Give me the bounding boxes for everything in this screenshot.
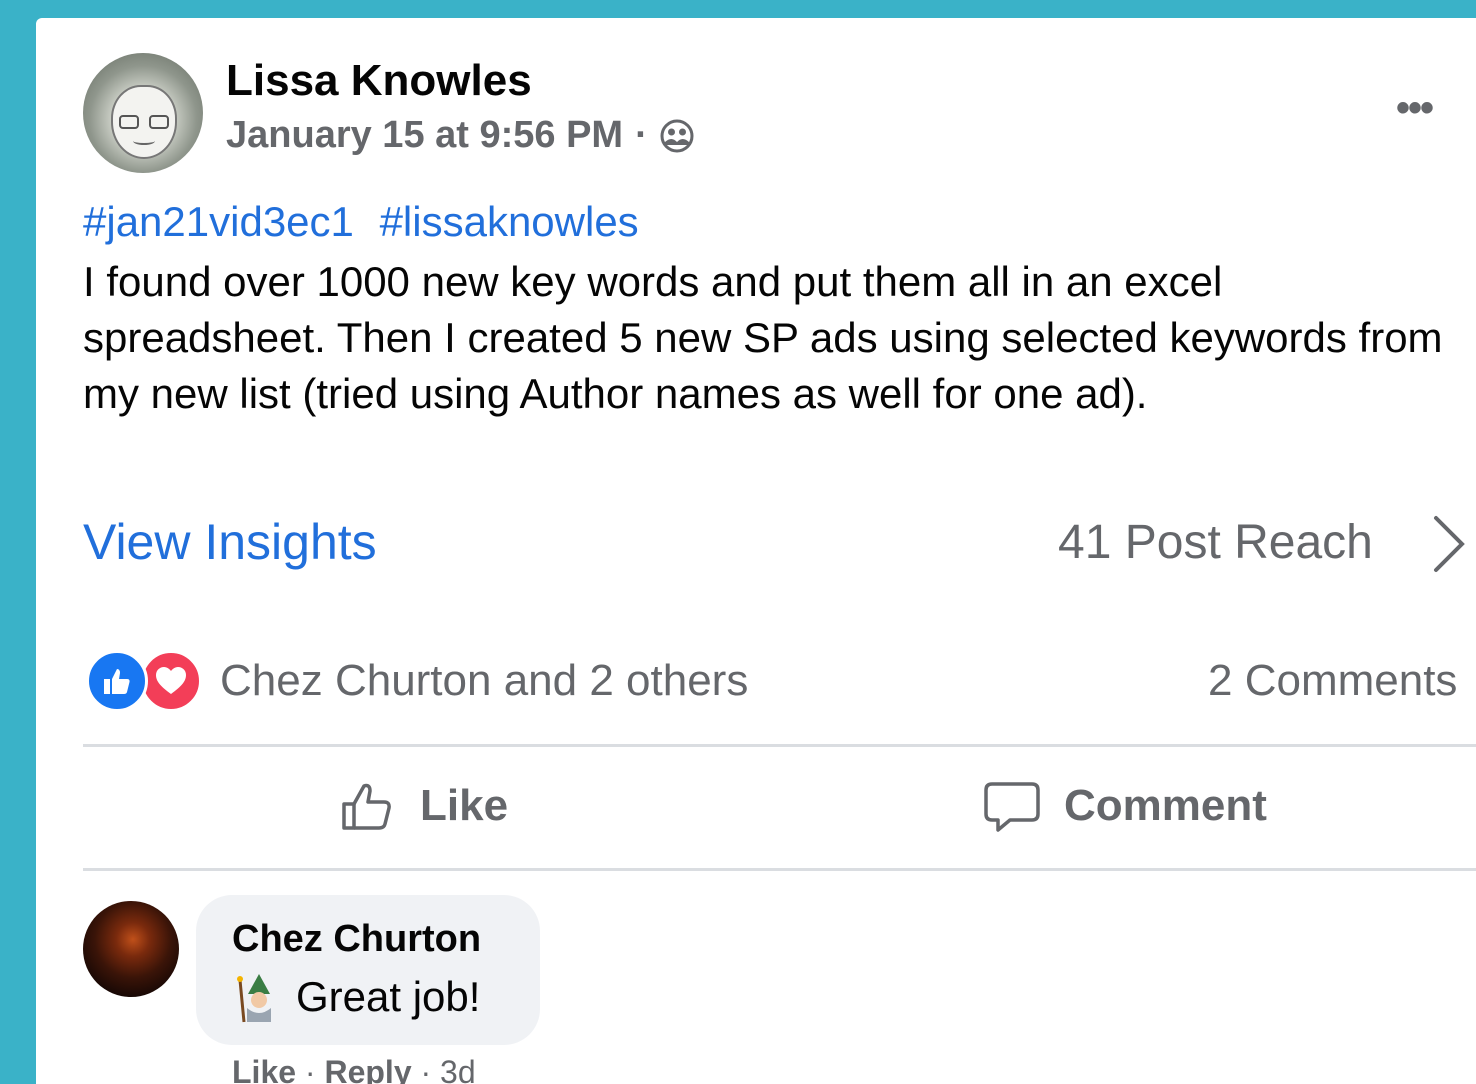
comment-time[interactable]: 3d [440,1054,476,1084]
post-body: I found over 1000 new key words and put … [83,258,1443,417]
comments-count[interactable]: 2 Comments [1208,656,1457,706]
like-button[interactable]: Like [338,776,508,836]
reaction-summary[interactable]: Chez Churton and 2 others [220,656,748,706]
hashtag-link[interactable]: #lissaknowles [380,198,639,245]
author-avatar[interactable] [83,53,203,173]
post-card: Lissa Knowles January 15 at 9:56 PM · ••… [36,18,1476,1084]
post-reach[interactable]: 41 Post Reach [1058,515,1373,570]
commenter-name[interactable]: Chez Churton [232,918,481,961]
meta-separator: · [635,114,648,156]
reaction-icons[interactable] [86,650,202,712]
comment-text: Great job! [232,970,480,1024]
comment-button-label: Comment [1064,781,1267,830]
friends-icon[interactable] [660,119,694,153]
commenter-avatar[interactable] [83,901,179,997]
more-options-button[interactable]: ••• [1396,86,1434,131]
comment-actions: Like · Reply · 3d [232,1054,476,1084]
view-insights-link[interactable]: View Insights [83,513,377,571]
hashtags: #jan21vid3ec1 #lissaknowles [83,198,653,246]
post-meta: January 15 at 9:56 PM · [226,114,694,157]
post-timestamp[interactable]: January 15 at 9:56 PM [226,114,623,157]
separator: · [420,1054,432,1084]
comment-like-link[interactable]: Like [232,1054,296,1084]
hashtag-link[interactable]: #jan21vid3ec1 [83,198,354,245]
author-name[interactable]: Lissa Knowles [226,56,532,106]
comment-button[interactable]: Comment [982,776,1267,836]
chevron-right-icon[interactable] [1428,514,1468,574]
divider [83,744,1476,747]
like-button-label: Like [420,781,509,830]
love-reaction-icon [140,650,202,712]
comment-reply-link[interactable]: Reply [324,1054,411,1084]
separator: · [304,1054,316,1084]
thumbs-up-icon [342,783,391,830]
like-reaction-icon [86,650,148,712]
comment-message: Great job! [296,973,481,1020]
divider [83,868,1476,871]
mage-icon [237,974,271,1023]
comment-bubble-icon [984,782,1040,832]
